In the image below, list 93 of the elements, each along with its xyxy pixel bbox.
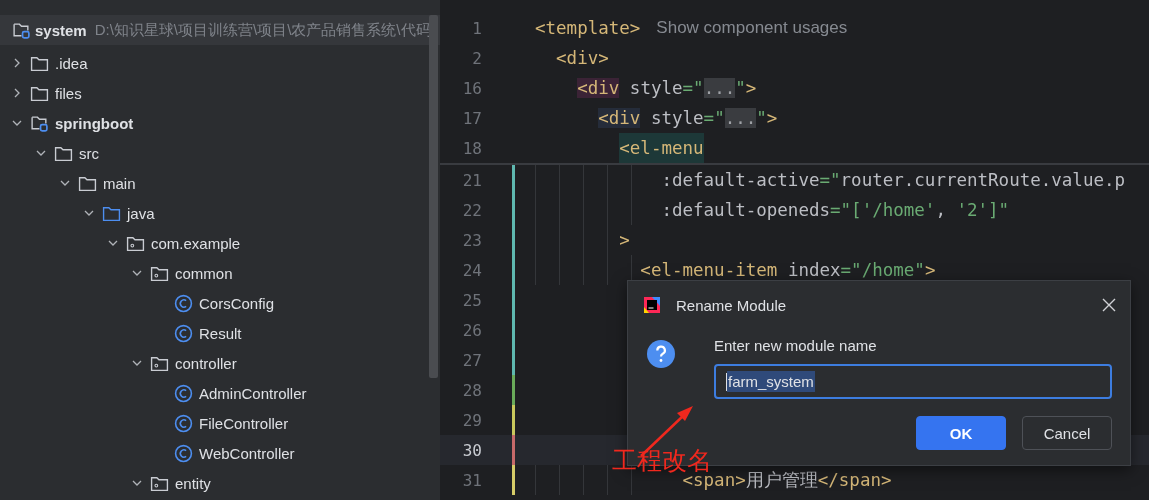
code-token: :default-openeds bbox=[661, 200, 830, 220]
code-token: router.currentRoute.value.p bbox=[840, 170, 1126, 190]
code-token: , bbox=[935, 200, 947, 220]
prompt-text: Enter new module name bbox=[714, 337, 878, 354]
dialog-title: Rename Module bbox=[676, 296, 788, 314]
tree-item-label[interactable]: java bbox=[127, 204, 155, 222]
line-number: 23 bbox=[461, 230, 482, 250]
chevron-down-icon[interactable] bbox=[132, 478, 142, 488]
code-token: '/home' bbox=[861, 200, 936, 220]
chevron-down-icon[interactable] bbox=[12, 118, 22, 128]
code-token: </span> bbox=[817, 470, 892, 490]
line-number: 25 bbox=[461, 290, 482, 310]
line-number: 21 bbox=[461, 170, 482, 190]
tree-item-label[interactable]: CorsConfig bbox=[199, 294, 275, 312]
code-token: > bbox=[619, 230, 630, 250]
chevron-right-icon[interactable] bbox=[12, 58, 22, 68]
line-number: 26 bbox=[461, 320, 482, 340]
tree-item-label[interactable]: entity bbox=[175, 474, 211, 492]
ok-button[interactable]: OK bbox=[916, 416, 1006, 450]
chevron-right-icon[interactable] bbox=[12, 88, 22, 98]
chevron-down-icon[interactable] bbox=[132, 268, 142, 278]
line-number: 29 bbox=[461, 410, 482, 430]
chevron-down-icon[interactable] bbox=[60, 178, 70, 188]
code-token: <div bbox=[577, 78, 620, 98]
module-folder-icon bbox=[30, 113, 49, 133]
code-token: =" bbox=[703, 108, 725, 128]
code-token: > bbox=[924, 260, 936, 280]
tree-item-label[interactable]: com.example bbox=[151, 234, 241, 252]
question-icon bbox=[646, 339, 676, 369]
code-token: <div> bbox=[556, 48, 609, 68]
class-icon bbox=[174, 413, 193, 433]
line-number: 1 bbox=[471, 18, 482, 38]
code-token: <el-menu bbox=[619, 133, 704, 163]
folded-code: ... bbox=[703, 78, 736, 98]
code-token: '2' bbox=[956, 200, 989, 220]
line-number: 2 bbox=[471, 48, 482, 68]
code-token: ="[ bbox=[830, 200, 862, 220]
chevron-down-icon[interactable] bbox=[132, 358, 142, 368]
line-number: 16 bbox=[461, 78, 482, 98]
line-number: 22 bbox=[461, 200, 482, 220]
class-icon bbox=[174, 323, 193, 343]
code-token: > bbox=[766, 108, 778, 128]
folded-code: ... bbox=[724, 108, 757, 128]
line-number: 17 bbox=[461, 108, 482, 128]
class-icon bbox=[174, 293, 193, 313]
inlay-hint: Show component usages bbox=[656, 18, 848, 38]
code-token: " bbox=[735, 78, 746, 98]
tree-item-label[interactable]: WebController bbox=[199, 444, 295, 462]
code-token: style bbox=[650, 108, 704, 128]
module-name-field[interactable]: farm_system bbox=[714, 364, 1112, 399]
chevron-down-icon[interactable] bbox=[36, 148, 46, 158]
project-name[interactable]: system bbox=[35, 21, 87, 39]
chevron-down-icon[interactable] bbox=[84, 208, 94, 218]
code-token: " bbox=[756, 108, 767, 128]
scrollbar-thumb[interactable] bbox=[429, 15, 438, 378]
tree-item-label[interactable]: src bbox=[79, 144, 99, 162]
tree-item-label[interactable]: controller bbox=[175, 354, 237, 372]
line-number: 28 bbox=[461, 380, 482, 400]
line-number: 31 bbox=[461, 470, 482, 490]
tree-item-label[interactable]: springboot bbox=[55, 114, 134, 132]
line-number: 18 bbox=[461, 138, 482, 158]
tree-item-label[interactable]: Result bbox=[199, 324, 242, 342]
code-token: <div bbox=[598, 108, 641, 128]
code-token: =" bbox=[819, 170, 841, 190]
code-token: index bbox=[787, 260, 841, 280]
code-token: /home bbox=[861, 260, 915, 280]
tree-item-label[interactable]: files bbox=[55, 84, 82, 102]
tree-item-label[interactable]: FileController bbox=[199, 414, 289, 432]
code-token: style bbox=[629, 78, 683, 98]
code-token: 用户管理 bbox=[745, 469, 818, 492]
code-token: :default-active bbox=[661, 170, 820, 190]
code-token: > bbox=[745, 78, 757, 98]
line-number: 24 bbox=[461, 260, 482, 280]
code-token: =" bbox=[682, 78, 704, 98]
tree-item-label[interactable]: main bbox=[103, 174, 136, 192]
code-token: =" bbox=[840, 260, 862, 280]
tree-item-label[interactable]: AdminController bbox=[199, 384, 307, 402]
module-folder-icon bbox=[12, 20, 31, 40]
app-logo-icon bbox=[642, 295, 662, 315]
cancel-button[interactable]: Cancel bbox=[1022, 416, 1112, 450]
chevron-down-icon[interactable] bbox=[108, 238, 118, 248]
close-icon[interactable] bbox=[1102, 298, 1116, 312]
code-token: <el-menu-item bbox=[640, 260, 778, 280]
line-number: 30 bbox=[461, 440, 482, 460]
class-icon bbox=[174, 443, 193, 463]
code-token: <template> bbox=[535, 18, 641, 38]
tree-item-label[interactable]: .idea bbox=[55, 54, 88, 72]
line-number: 27 bbox=[461, 350, 482, 370]
annotation-text: 工程改名 bbox=[612, 445, 712, 476]
code-token: ]" bbox=[988, 200, 1010, 220]
tree-item-label[interactable]: common bbox=[175, 264, 233, 282]
code-token: " bbox=[914, 260, 925, 280]
class-icon bbox=[174, 383, 193, 403]
